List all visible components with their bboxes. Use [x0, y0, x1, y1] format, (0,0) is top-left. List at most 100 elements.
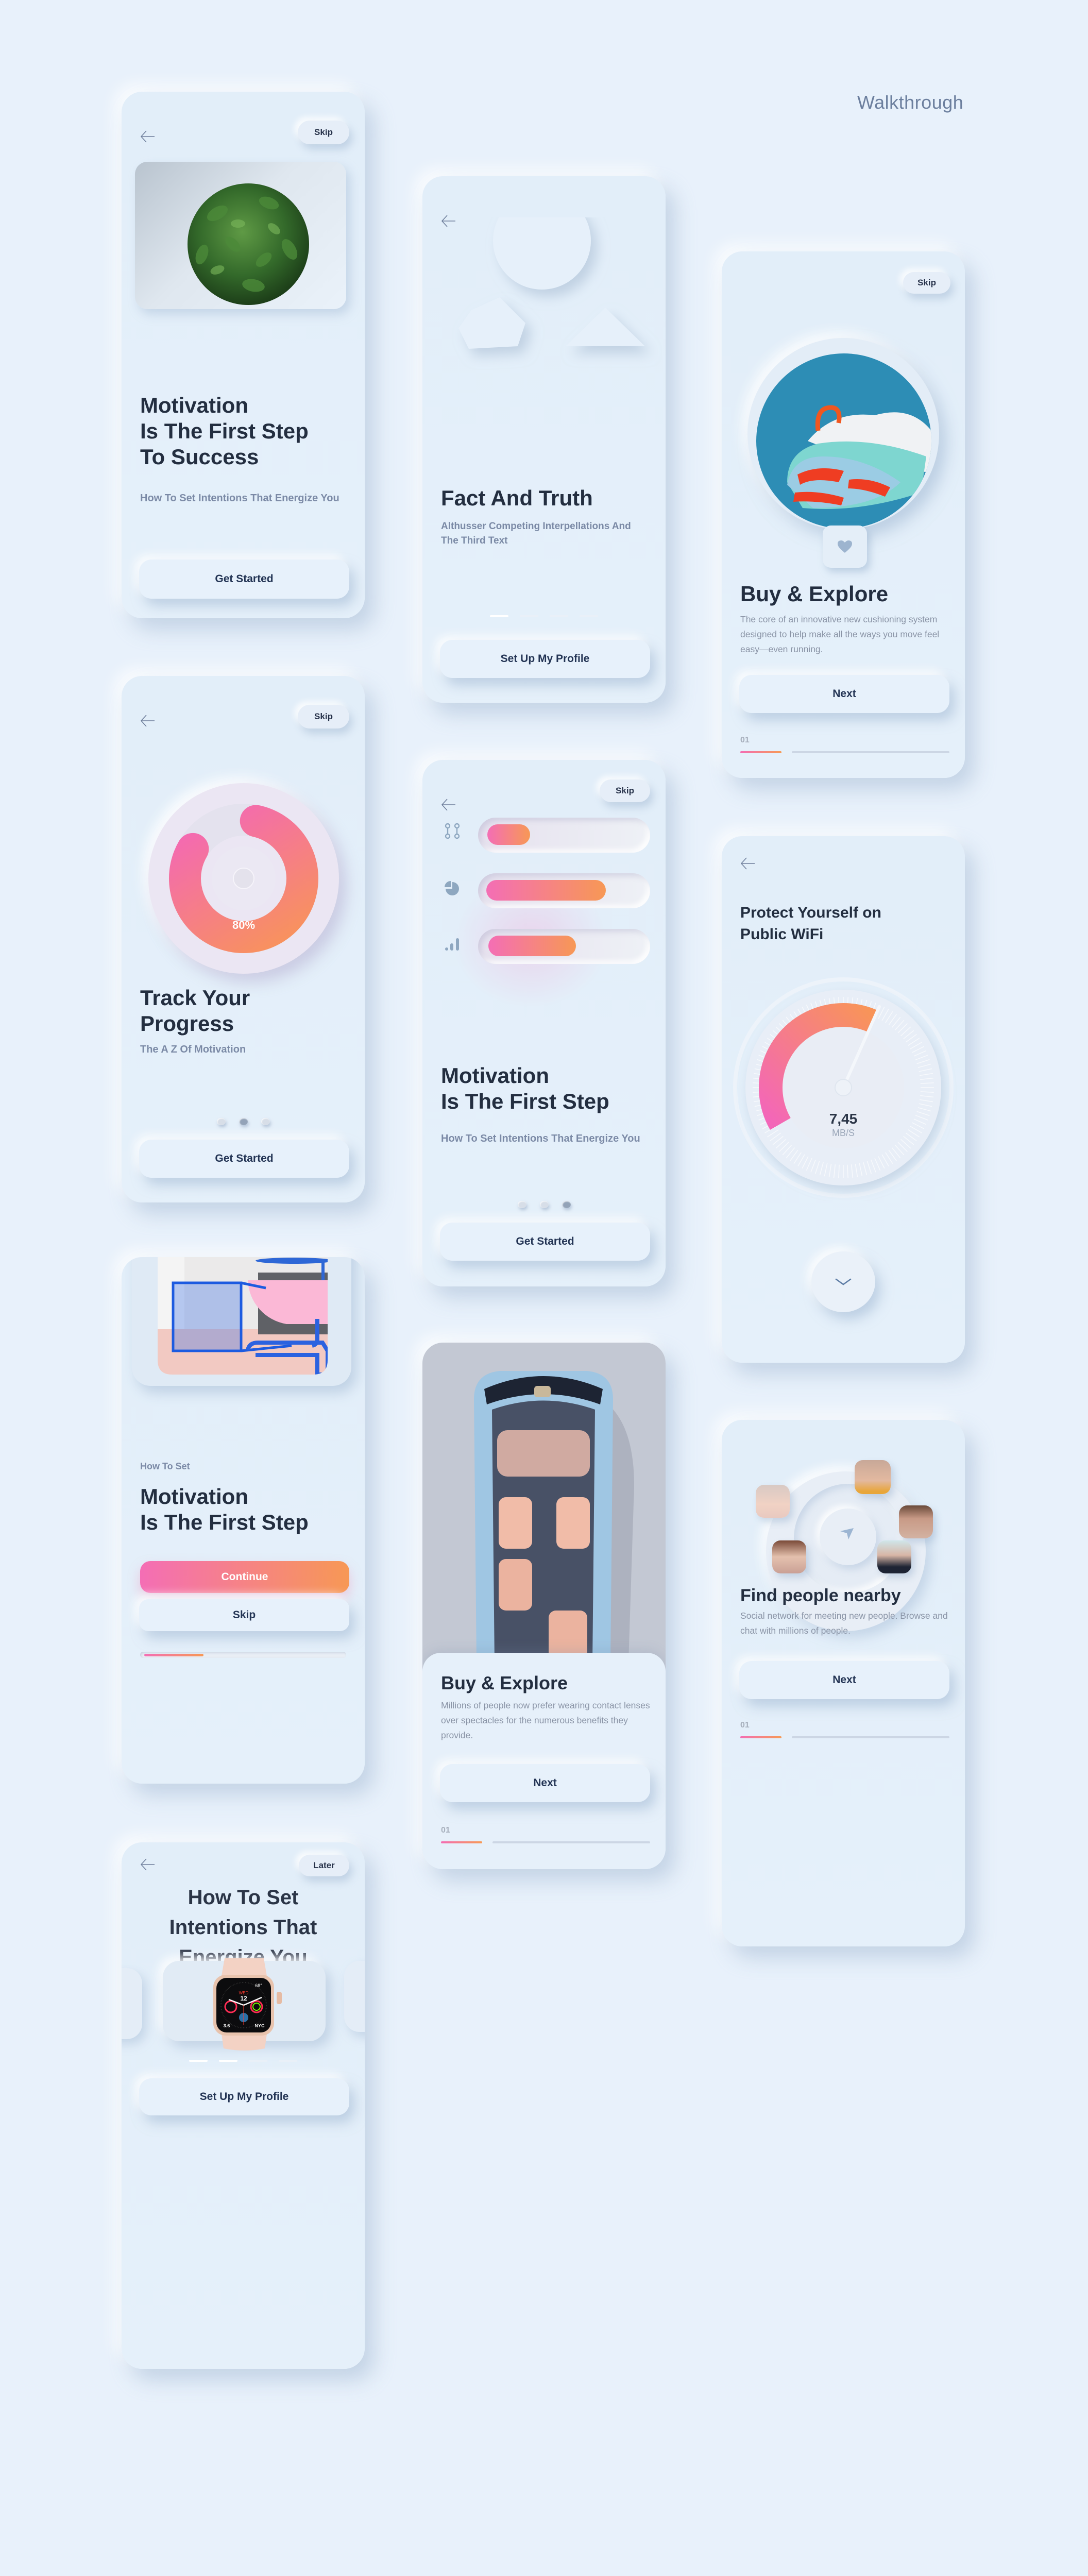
progress-fill — [144, 1654, 203, 1656]
page-indicator-dash[interactable] — [520, 615, 538, 617]
card-subtitle: How To Set Intentions That Energize You — [140, 493, 339, 504]
card-description: The core of an innovative new cushioning… — [740, 614, 940, 654]
page-indicator-dash[interactable] — [490, 615, 508, 617]
back-arrow-icon[interactable] — [139, 712, 157, 730]
step-progress-fill — [441, 1841, 482, 1843]
card-fact-and-truth: Fact And Truth Althusser Competing Inter… — [422, 176, 666, 703]
next-button[interactable]: Next — [440, 1764, 650, 1802]
stat-bar-fill — [487, 824, 530, 845]
card-subtitle: Althusser Competing Interpellations And … — [441, 521, 631, 546]
step-progress-fill — [740, 1736, 781, 1738]
location-arrow-icon — [840, 1528, 854, 1539]
plant-photo — [188, 183, 309, 305]
page-indicator-dot[interactable] — [539, 1201, 549, 1208]
watch-product-image: WED 12 68° 3.6 NYC — [213, 1958, 282, 2050]
skip-button[interactable]: Skip — [600, 779, 650, 802]
step-progress-track — [792, 1736, 949, 1738]
page-indicator-dot[interactable] — [261, 1118, 270, 1125]
step-number: 01 — [740, 736, 750, 744]
neumorphic-shapes-illustration — [458, 217, 645, 349]
back-arrow-icon[interactable] — [440, 796, 457, 814]
card-title: Buy & Explore — [441, 1672, 568, 1693]
avatar[interactable] — [899, 1505, 933, 1538]
continue-button[interactable]: Continue — [140, 1561, 349, 1593]
page-indicator-dash[interactable] — [580, 615, 598, 617]
page-indicator-dot[interactable] — [216, 1118, 226, 1125]
skip-button[interactable]: Skip — [298, 121, 349, 144]
get-started-button[interactable]: Get Started — [440, 1223, 650, 1261]
pie-chart-icon — [445, 881, 459, 895]
carousel-next-tile[interactable] — [344, 1961, 365, 2032]
card-plant-onboarding: Skip Motivation Is The First Step To Suc… — [122, 92, 365, 618]
speed-unit: MB/S — [832, 1128, 855, 1138]
stat-row — [444, 929, 650, 964]
page-indicator-dash[interactable] — [189, 2060, 208, 2062]
skip-button[interactable]: Skip — [298, 705, 349, 728]
stat-bar-track — [478, 873, 650, 908]
card-buy-explore-shoe: Skip Buy & Explore The core of an innova… — [722, 251, 965, 778]
step-progress: 01 — [441, 1826, 650, 1843]
signal-icon — [445, 938, 459, 951]
carousel-prev-tile[interactable] — [122, 1968, 142, 2039]
avatar[interactable] — [756, 1485, 790, 1518]
set-up-profile-button[interactable]: Set Up My Profile — [139, 2078, 349, 2115]
stat-bar-track — [478, 929, 650, 964]
back-arrow-icon[interactable] — [739, 855, 757, 872]
page-indicator — [422, 1201, 666, 1208]
card-subtitle: How To Set Intentions That Energize You — [441, 1133, 640, 1144]
favorite-button[interactable] — [823, 526, 867, 568]
plant-image-frame — [135, 162, 346, 309]
page-indicator-dash[interactable] — [219, 2060, 237, 2062]
card-furniture-continue: How To Set Motivation Is The First Step … — [122, 1257, 365, 1784]
get-started-button[interactable]: Get Started — [139, 1140, 349, 1178]
card-public-wifi: Protect Yourself on Public WiFi 7,45 MB/… — [722, 836, 965, 1363]
card-find-people: Find people nearby Social network for me… — [722, 1420, 965, 1946]
avatar[interactable] — [772, 1540, 806, 1573]
card-description: Millions of people now prefer wearing co… — [441, 1700, 650, 1740]
page-indicator — [122, 2060, 365, 2062]
page-indicator-dot[interactable] — [239, 1118, 248, 1125]
furniture-photo — [158, 1257, 328, 1375]
back-arrow-icon[interactable] — [139, 1856, 157, 1873]
watch-date: 12 — [240, 1995, 247, 2002]
progress-ring: 80% — [169, 804, 318, 953]
heart-icon — [838, 540, 852, 553]
set-up-profile-button[interactable]: Set Up My Profile — [440, 640, 650, 678]
car-photo — [422, 1343, 666, 1672]
triangle-shape — [566, 308, 645, 346]
confirm-button[interactable] — [811, 1251, 875, 1312]
page-indicator-dot[interactable] — [562, 1201, 571, 1208]
card-title: Buy & Explore — [740, 582, 889, 606]
step-progress-track — [492, 1841, 650, 1843]
page-indicator-dash[interactable] — [279, 2060, 297, 2062]
card-buy-explore-car: Buy & Explore Millions of people now pre… — [422, 1343, 666, 1869]
page-indicator — [122, 1118, 365, 1125]
page-indicator-dot[interactable] — [517, 1201, 526, 1208]
next-button[interactable]: Next — [739, 675, 949, 713]
star-shape — [458, 297, 525, 349]
step-progress-track — [792, 751, 949, 753]
chevron-down-icon — [835, 1278, 852, 1285]
page-title: Walkthrough — [857, 92, 964, 113]
skip-button[interactable]: Skip — [139, 1599, 349, 1631]
avatar[interactable] — [877, 1540, 911, 1573]
next-button[interactable]: Next — [739, 1661, 949, 1699]
back-arrow-icon[interactable] — [139, 128, 157, 145]
card-title: Motivation Is The First Step — [441, 1063, 609, 1113]
card-subtitle: The A Z Of Motivation — [140, 1044, 246, 1055]
card-title: Motivation Is The First Step To Success — [140, 393, 309, 469]
watch-bottom-right: NYC — [254, 2023, 265, 2028]
page-indicator-dash[interactable] — [550, 615, 568, 617]
step-number: 01 — [441, 1826, 450, 1835]
card-title: Find people nearby — [740, 1586, 901, 1605]
get-started-button[interactable]: Get Started — [139, 560, 349, 599]
stat-bar-fill — [486, 880, 606, 901]
avatar[interactable] — [855, 1460, 891, 1494]
speed-value: 7,45 — [829, 1111, 858, 1127]
stat-row — [444, 873, 650, 908]
watch-temp: 68° — [255, 1983, 262, 1988]
later-button[interactable]: Later — [299, 1855, 349, 1876]
skip-button[interactable]: Skip — [903, 272, 950, 294]
page-indicator-dash[interactable] — [249, 2060, 267, 2062]
progress-percent-label: 80% — [232, 919, 255, 931]
